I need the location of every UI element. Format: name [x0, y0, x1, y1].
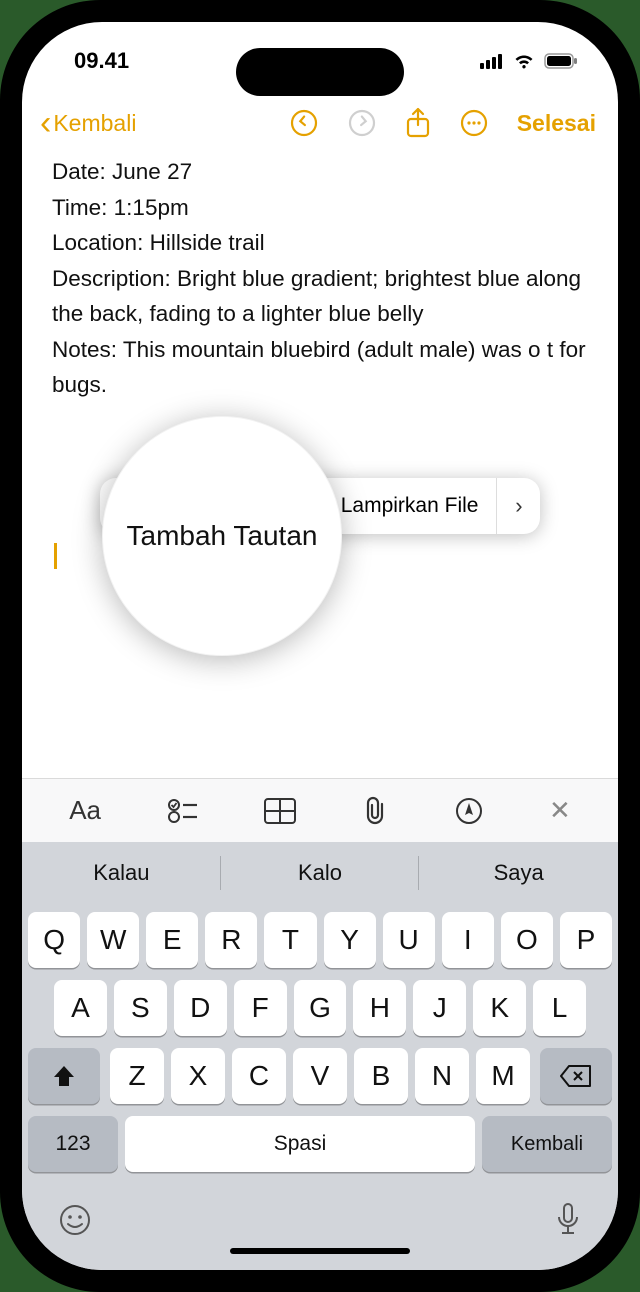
nav-bar: ‹ Kembali Selesai: [22, 100, 618, 154]
key-n[interactable]: N: [415, 1048, 469, 1104]
numeric-key[interactable]: 123: [28, 1116, 118, 1172]
key-m[interactable]: M: [476, 1048, 530, 1104]
menu-next-arrow[interactable]: ›: [496, 478, 540, 534]
key-q[interactable]: Q: [28, 912, 80, 968]
key-d[interactable]: D: [174, 980, 227, 1036]
text-format-button[interactable]: Aa: [69, 795, 101, 826]
done-button[interactable]: Selesai: [517, 110, 596, 137]
key-t[interactable]: T: [264, 912, 316, 968]
key-j[interactable]: J: [413, 980, 466, 1036]
text-cursor: [54, 543, 57, 569]
note-line: Time: 1:15pm: [52, 190, 588, 226]
battery-icon: [544, 53, 578, 69]
key-a[interactable]: A: [54, 980, 107, 1036]
note-line: Notes: This mountain bluebird (adult mal…: [52, 332, 588, 403]
key-k[interactable]: K: [473, 980, 526, 1036]
note-line: Date: June 27: [52, 154, 588, 190]
more-button[interactable]: [459, 108, 489, 138]
close-toolbar-button[interactable]: ✕: [549, 795, 571, 826]
suggestion-3[interactable]: Saya: [419, 842, 618, 904]
menu-item-attach-file[interactable]: Lampirkan File: [323, 494, 497, 518]
key-p[interactable]: P: [560, 912, 612, 968]
keyboard: QWERTYUIOP ASDFGHJKL ZXCVBNM 123 Spasi K…: [22, 904, 618, 1270]
back-label: Kembali: [53, 110, 136, 137]
chevron-left-icon: ‹: [40, 106, 51, 140]
space-key[interactable]: Spasi: [125, 1116, 475, 1172]
shift-key[interactable]: [28, 1048, 100, 1104]
suggestion-2[interactable]: Kalo: [221, 842, 420, 904]
key-s[interactable]: S: [114, 980, 167, 1036]
table-button[interactable]: [264, 798, 296, 824]
suggestion-1[interactable]: Kalau: [22, 842, 221, 904]
key-l[interactable]: L: [533, 980, 586, 1036]
key-z[interactable]: Z: [110, 1048, 164, 1104]
keyboard-suggestions: Kalau Kalo Saya: [22, 842, 618, 904]
key-g[interactable]: G: [294, 980, 347, 1036]
magnifier-loupe: Tambah Tautan: [102, 416, 342, 656]
delete-key[interactable]: [540, 1048, 612, 1104]
dynamic-island: [236, 48, 404, 96]
return-key[interactable]: Kembali: [482, 1116, 612, 1172]
note-line: Location: Hillside trail: [52, 225, 588, 261]
magnifier-text: Tambah Tautan: [127, 520, 318, 552]
key-x[interactable]: X: [171, 1048, 225, 1104]
key-r[interactable]: R: [205, 912, 257, 968]
status-time: 09.41: [74, 48, 129, 74]
back-button[interactable]: ‹ Kembali: [40, 106, 136, 140]
key-u[interactable]: U: [383, 912, 435, 968]
share-button[interactable]: [405, 107, 431, 139]
wifi-icon: [512, 52, 536, 70]
checklist-button[interactable]: [167, 798, 197, 824]
key-y[interactable]: Y: [324, 912, 376, 968]
key-f[interactable]: F: [234, 980, 287, 1036]
key-e[interactable]: E: [146, 912, 198, 968]
key-o[interactable]: O: [501, 912, 553, 968]
key-h[interactable]: H: [353, 980, 406, 1036]
cellular-icon: [480, 53, 504, 69]
key-c[interactable]: C: [232, 1048, 286, 1104]
attachment-button[interactable]: [362, 796, 388, 826]
markup-button[interactable]: [455, 797, 483, 825]
note-line: Description: Bright blue gradient; brigh…: [52, 261, 588, 332]
key-b[interactable]: B: [354, 1048, 408, 1104]
redo-button[interactable]: [347, 108, 377, 138]
format-toolbar: Aa ✕: [22, 778, 618, 842]
dictation-button[interactable]: [554, 1202, 582, 1238]
key-i[interactable]: I: [442, 912, 494, 968]
key-w[interactable]: W: [87, 912, 139, 968]
key-v[interactable]: V: [293, 1048, 347, 1104]
home-indicator[interactable]: [230, 1248, 410, 1254]
undo-button[interactable]: [289, 108, 319, 138]
emoji-button[interactable]: [58, 1203, 92, 1237]
